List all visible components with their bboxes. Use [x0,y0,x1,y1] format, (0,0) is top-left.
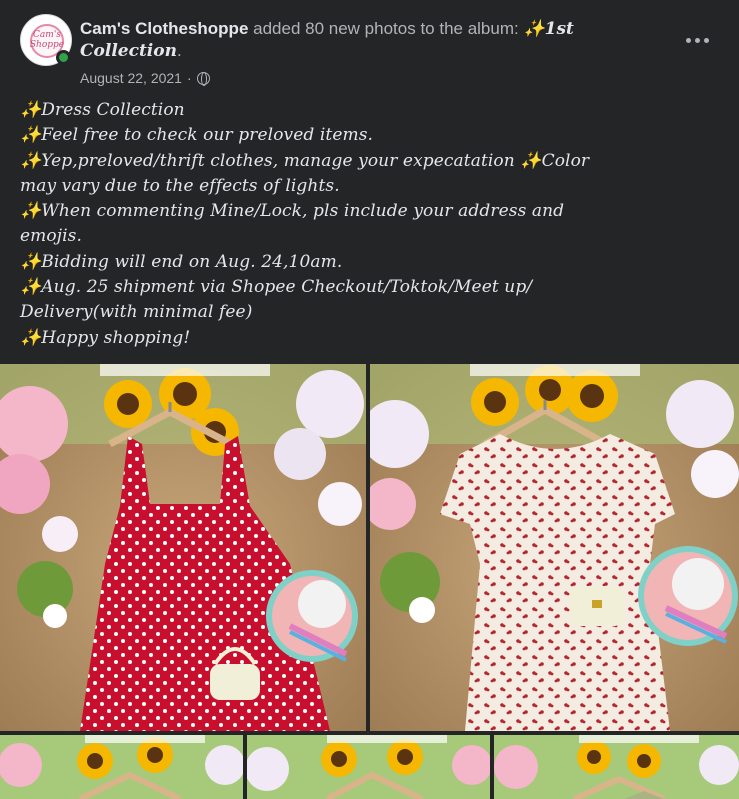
online-status-dot [56,50,71,65]
post-card: Cam's Shoppe Cam's Clotheshoppe added 80… [0,0,739,799]
body-line: Delivery(with minimal fee) [20,302,253,323]
globe-icon[interactable] [196,71,210,86]
sparkle-icon: ✨ [20,100,42,120]
body-line: emojis. [20,226,82,247]
more-options-button[interactable] [679,28,715,52]
photo-gallery [0,364,739,799]
body-line: ✨Aug. 25 shipment via Shopee Checkout/To… [20,277,533,298]
sparkle-icon: ✨ [520,150,542,171]
thumbnail-illustration [494,735,739,799]
body-line: ✨Bidding will end on Aug. 24,10am. [20,251,343,272]
red-dress-illustration [0,364,366,731]
sparkle-icon: ✨ [523,19,545,39]
headline-period: . [176,41,182,60]
more-dot-icon [685,37,691,43]
sparkle-icon: ✨ [20,327,42,348]
more-dot-icon [694,37,700,43]
cream-dress-illustration [370,364,739,731]
thumbnail-illustration [247,735,490,799]
action-text: added 80 new photos to the album: [253,19,519,38]
body-line: ✨Yep,preloved/thrift clothes, manage you… [20,150,590,171]
post-body: ✨Dress Collection ✨Feel free to check ou… [20,98,720,351]
author-name-link[interactable]: Cam's Clotheshoppe [80,19,248,38]
sparkle-icon: ✨ [20,201,42,222]
post-meta: August 22, 2021 · [80,70,210,86]
body-line: ✨Dress Collection [20,100,185,120]
post-headline: Cam's Clotheshoppe added 80 new photos t… [80,18,640,62]
more-dot-icon [703,37,709,43]
meta-separator: · [186,70,192,86]
photo-cream-floral-dress[interactable] [370,364,739,731]
thumbnail-illustration [0,735,243,799]
body-line: may vary due to the effects of lights. [20,175,340,196]
body-line: ✨Happy shopping! [20,327,191,348]
post-header: Cam's Shoppe Cam's Clotheshoppe added 80… [20,14,719,86]
avatar-logo-text: Cam's Shoppe [29,30,65,50]
sparkle-icon: ✨ [20,251,42,272]
sparkle-icon: ✨ [20,125,42,146]
body-line: ✨When commenting Mine/Lock, pls include … [20,201,565,222]
photo-thumbnail-4[interactable] [247,735,490,799]
photo-thumbnail-3[interactable] [0,735,243,799]
photo-thumbnail-5[interactable] [494,735,739,799]
photo-red-polka-dress[interactable] [0,364,366,731]
post-date-link[interactable]: August 22, 2021 [80,70,182,86]
sparkle-icon: ✨ [20,150,42,171]
body-line: ✨Feel free to check our preloved items. [20,125,374,146]
sparkle-icon: ✨ [20,277,42,298]
